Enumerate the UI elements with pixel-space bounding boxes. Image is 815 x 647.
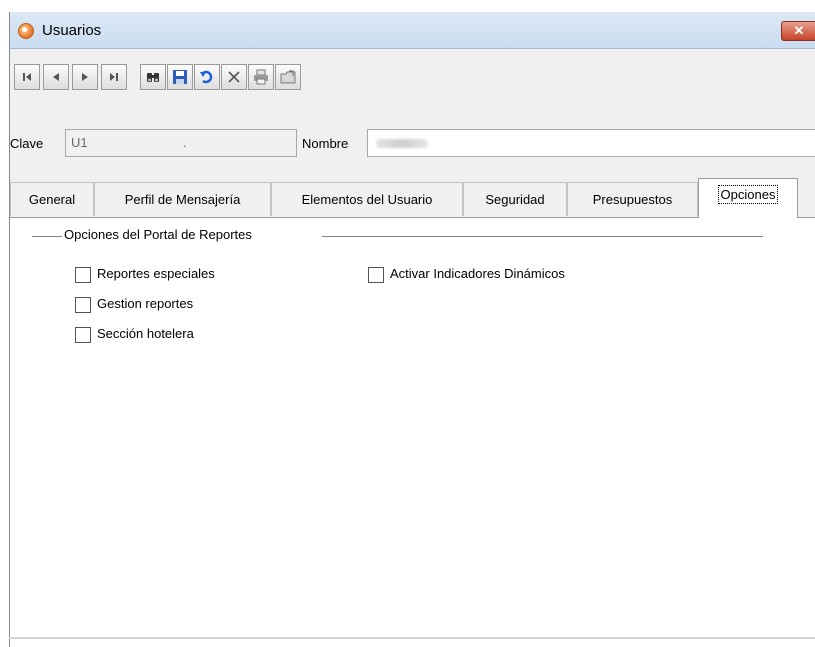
previous-record-button[interactable] xyxy=(43,64,69,90)
close-button[interactable]: ✕ xyxy=(781,21,815,41)
delete-button[interactable] xyxy=(221,64,247,90)
export-icon xyxy=(280,70,296,84)
clave-dot: . xyxy=(183,135,187,150)
print-icon xyxy=(254,69,268,85)
group-line-right xyxy=(322,236,763,237)
print-button[interactable] xyxy=(248,64,274,90)
first-icon xyxy=(23,73,31,81)
search-button[interactable] xyxy=(140,64,166,90)
first-record-button[interactable] xyxy=(14,64,40,90)
nombre-field[interactable] xyxy=(367,129,815,157)
seccion-hotelera-label: Sección hotelera xyxy=(97,326,194,341)
nombre-label: Nombre xyxy=(302,136,349,151)
previous-icon xyxy=(53,73,59,81)
group-line-left xyxy=(32,236,62,237)
tab-presupuestos[interactable]: Presupuestos xyxy=(567,182,698,216)
undo-icon xyxy=(200,70,213,84)
blurred-name xyxy=(376,139,428,148)
reportes-especiales-label: Reportes especiales xyxy=(97,266,215,281)
group-title: Opciones del Portal de Reportes xyxy=(62,227,254,242)
tab-elementos-del-usuario[interactable]: Elementos del Usuario xyxy=(271,182,463,216)
seccion-hotelera-checkbox[interactable] xyxy=(75,327,91,343)
tab-seguridad[interactable]: Seguridad xyxy=(463,182,567,216)
toolbar xyxy=(10,61,815,95)
activar-indicadores-label: Activar Indicadores Dinámicos xyxy=(390,266,565,281)
clave-label: Clave xyxy=(10,136,44,151)
gestion-reportes-checkbox[interactable] xyxy=(75,297,91,313)
opciones-panel xyxy=(10,217,815,647)
tab-general[interactable]: General xyxy=(10,182,94,216)
undo-button[interactable] xyxy=(194,64,220,90)
window-title: Usuarios xyxy=(42,22,102,39)
activar-indicadores-checkbox[interactable] xyxy=(368,267,384,283)
tab-opciones[interactable]: Opciones xyxy=(698,178,798,218)
binoculars-icon xyxy=(147,73,159,82)
tab-perfil-de-mensajeria[interactable]: Perfil de Mensajería xyxy=(94,182,271,216)
clave-value: U1 xyxy=(71,135,88,150)
clave-field[interactable]: U1 . xyxy=(65,129,297,157)
next-record-button[interactable] xyxy=(72,64,98,90)
gestion-reportes-label: Gestion reportes xyxy=(97,296,194,311)
next-icon xyxy=(82,73,88,81)
save-button[interactable] xyxy=(167,64,193,90)
app-icon xyxy=(18,23,34,39)
reportes-especiales-checkbox[interactable] xyxy=(75,267,91,283)
last-record-button[interactable] xyxy=(101,64,127,90)
delete-icon xyxy=(228,71,240,83)
tab-bar: General Perfil de Mensajería Elementos d… xyxy=(10,178,815,218)
export-button[interactable] xyxy=(275,64,301,90)
bottom-border xyxy=(9,637,815,639)
save-icon xyxy=(173,70,187,84)
title-bar: Usuarios ✕ xyxy=(10,12,815,49)
last-icon xyxy=(110,73,118,81)
